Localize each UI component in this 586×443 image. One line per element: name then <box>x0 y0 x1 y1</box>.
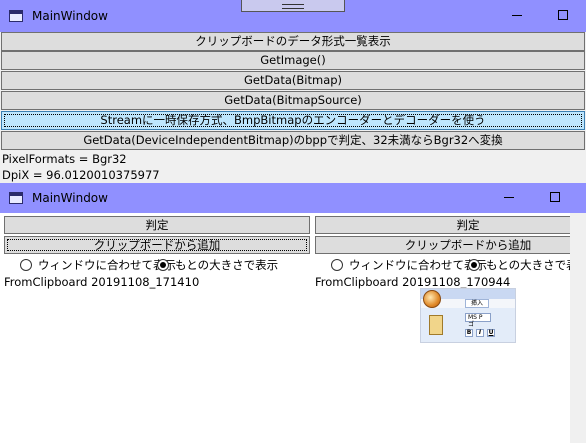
right-image-caption: FromClipboard 20191108_170944 <box>315 275 511 289</box>
get-image-button[interactable]: GetImage() <box>1 51 585 70</box>
child-minimize-button[interactable] <box>486 183 532 213</box>
main-minimize-button[interactable] <box>494 0 540 32</box>
main-maximize-button[interactable] <box>540 0 586 32</box>
left-image-caption: FromClipboard 20191108_171410 <box>4 275 200 289</box>
child-window-title: MainWindow <box>32 191 108 205</box>
list-clipboard-formats-button[interactable]: クリップボードのデータ形式一覧表示 <box>1 32 585 51</box>
thumb-font-box: MS P ゴ <box>465 313 491 328</box>
get-data-dib-button[interactable]: GetData(DeviceIndependentBitmap)のbppで判定、… <box>1 131 585 150</box>
debug-toolbar-handle[interactable] <box>241 0 345 12</box>
child-vertical-scrollbar[interactable] <box>570 213 586 443</box>
radio-icon[interactable] <box>20 259 32 271</box>
radio-icon[interactable] <box>468 259 480 271</box>
minimize-icon <box>504 197 514 198</box>
left-pane: 判定 クリップボードから追加 ウィンドウに合わせて表示 もとの大きさで表示 Fr… <box>0 213 310 443</box>
right-radio-original-label[interactable]: もとの大きさで表示 <box>486 257 570 273</box>
get-data-bitmapsource-button[interactable]: GetData(BitmapSource) <box>1 91 585 110</box>
left-add-from-clipboard-button[interactable]: クリップボードから追加 <box>4 236 310 254</box>
left-display-mode-group: ウィンドウに合わせて表示 もとの大きさで表示 <box>20 257 310 273</box>
child-window: MainWindow 判定 クリップボードから追加 ウィンドウに合わせて表示 も… <box>0 183 586 443</box>
bold-icon: B <box>465 329 473 337</box>
maximize-icon <box>550 192 560 202</box>
window-icon[interactable] <box>9 192 23 204</box>
left-radio-fit-label[interactable]: ウィンドウに合わせて表示 <box>38 257 176 273</box>
dpi-text: DpiX = 96.0120010375977 <box>2 168 160 182</box>
minimize-icon <box>512 15 522 16</box>
right-add-from-clipboard-button[interactable]: クリップボードから追加 <box>315 236 570 254</box>
child-maximize-button[interactable] <box>532 183 578 213</box>
radio-icon[interactable] <box>157 259 169 271</box>
paste-icon <box>429 315 443 335</box>
right-radio-fit-label[interactable]: ウィンドウに合わせて表示 <box>349 257 487 273</box>
clipboard-image-thumbnail: 挿入 MS P ゴ B I U <box>420 288 516 343</box>
maximize-icon <box>558 10 568 20</box>
stream-bmp-encoder-button[interactable]: Streamに一時保存方式、BmpBitmapのエンコーダーとデコーダーを使う <box>1 111 585 130</box>
child-titlebar[interactable]: MainWindow <box>0 183 586 213</box>
get-data-bitmap-button[interactable]: GetData(Bitmap) <box>1 71 585 90</box>
underline-icon: U <box>487 329 495 337</box>
main-window-title: MainWindow <box>32 9 108 23</box>
right-display-mode-group: ウィンドウに合わせて表示 もとの大きさで表示 <box>331 257 570 273</box>
left-judge-button[interactable]: 判定 <box>4 216 310 234</box>
right-pane: 判定 クリップボードから追加 ウィンドウに合わせて表示 もとの大きさで表示 Fr… <box>315 213 570 443</box>
pixel-format-text: PixelFormats = Bgr32 <box>2 152 127 166</box>
italic-icon: I <box>476 329 484 337</box>
child-client-area: 判定 クリップボードから追加 ウィンドウに合わせて表示 もとの大きさで表示 Fr… <box>0 213 570 443</box>
office-orb-icon <box>423 290 441 308</box>
left-radio-original-label[interactable]: もとの大きさで表示 <box>175 257 278 273</box>
window-icon[interactable] <box>9 10 23 22</box>
radio-icon[interactable] <box>331 259 343 271</box>
thumb-insert-tab: 挿入 <box>465 299 489 308</box>
right-judge-button[interactable]: 判定 <box>315 216 570 234</box>
